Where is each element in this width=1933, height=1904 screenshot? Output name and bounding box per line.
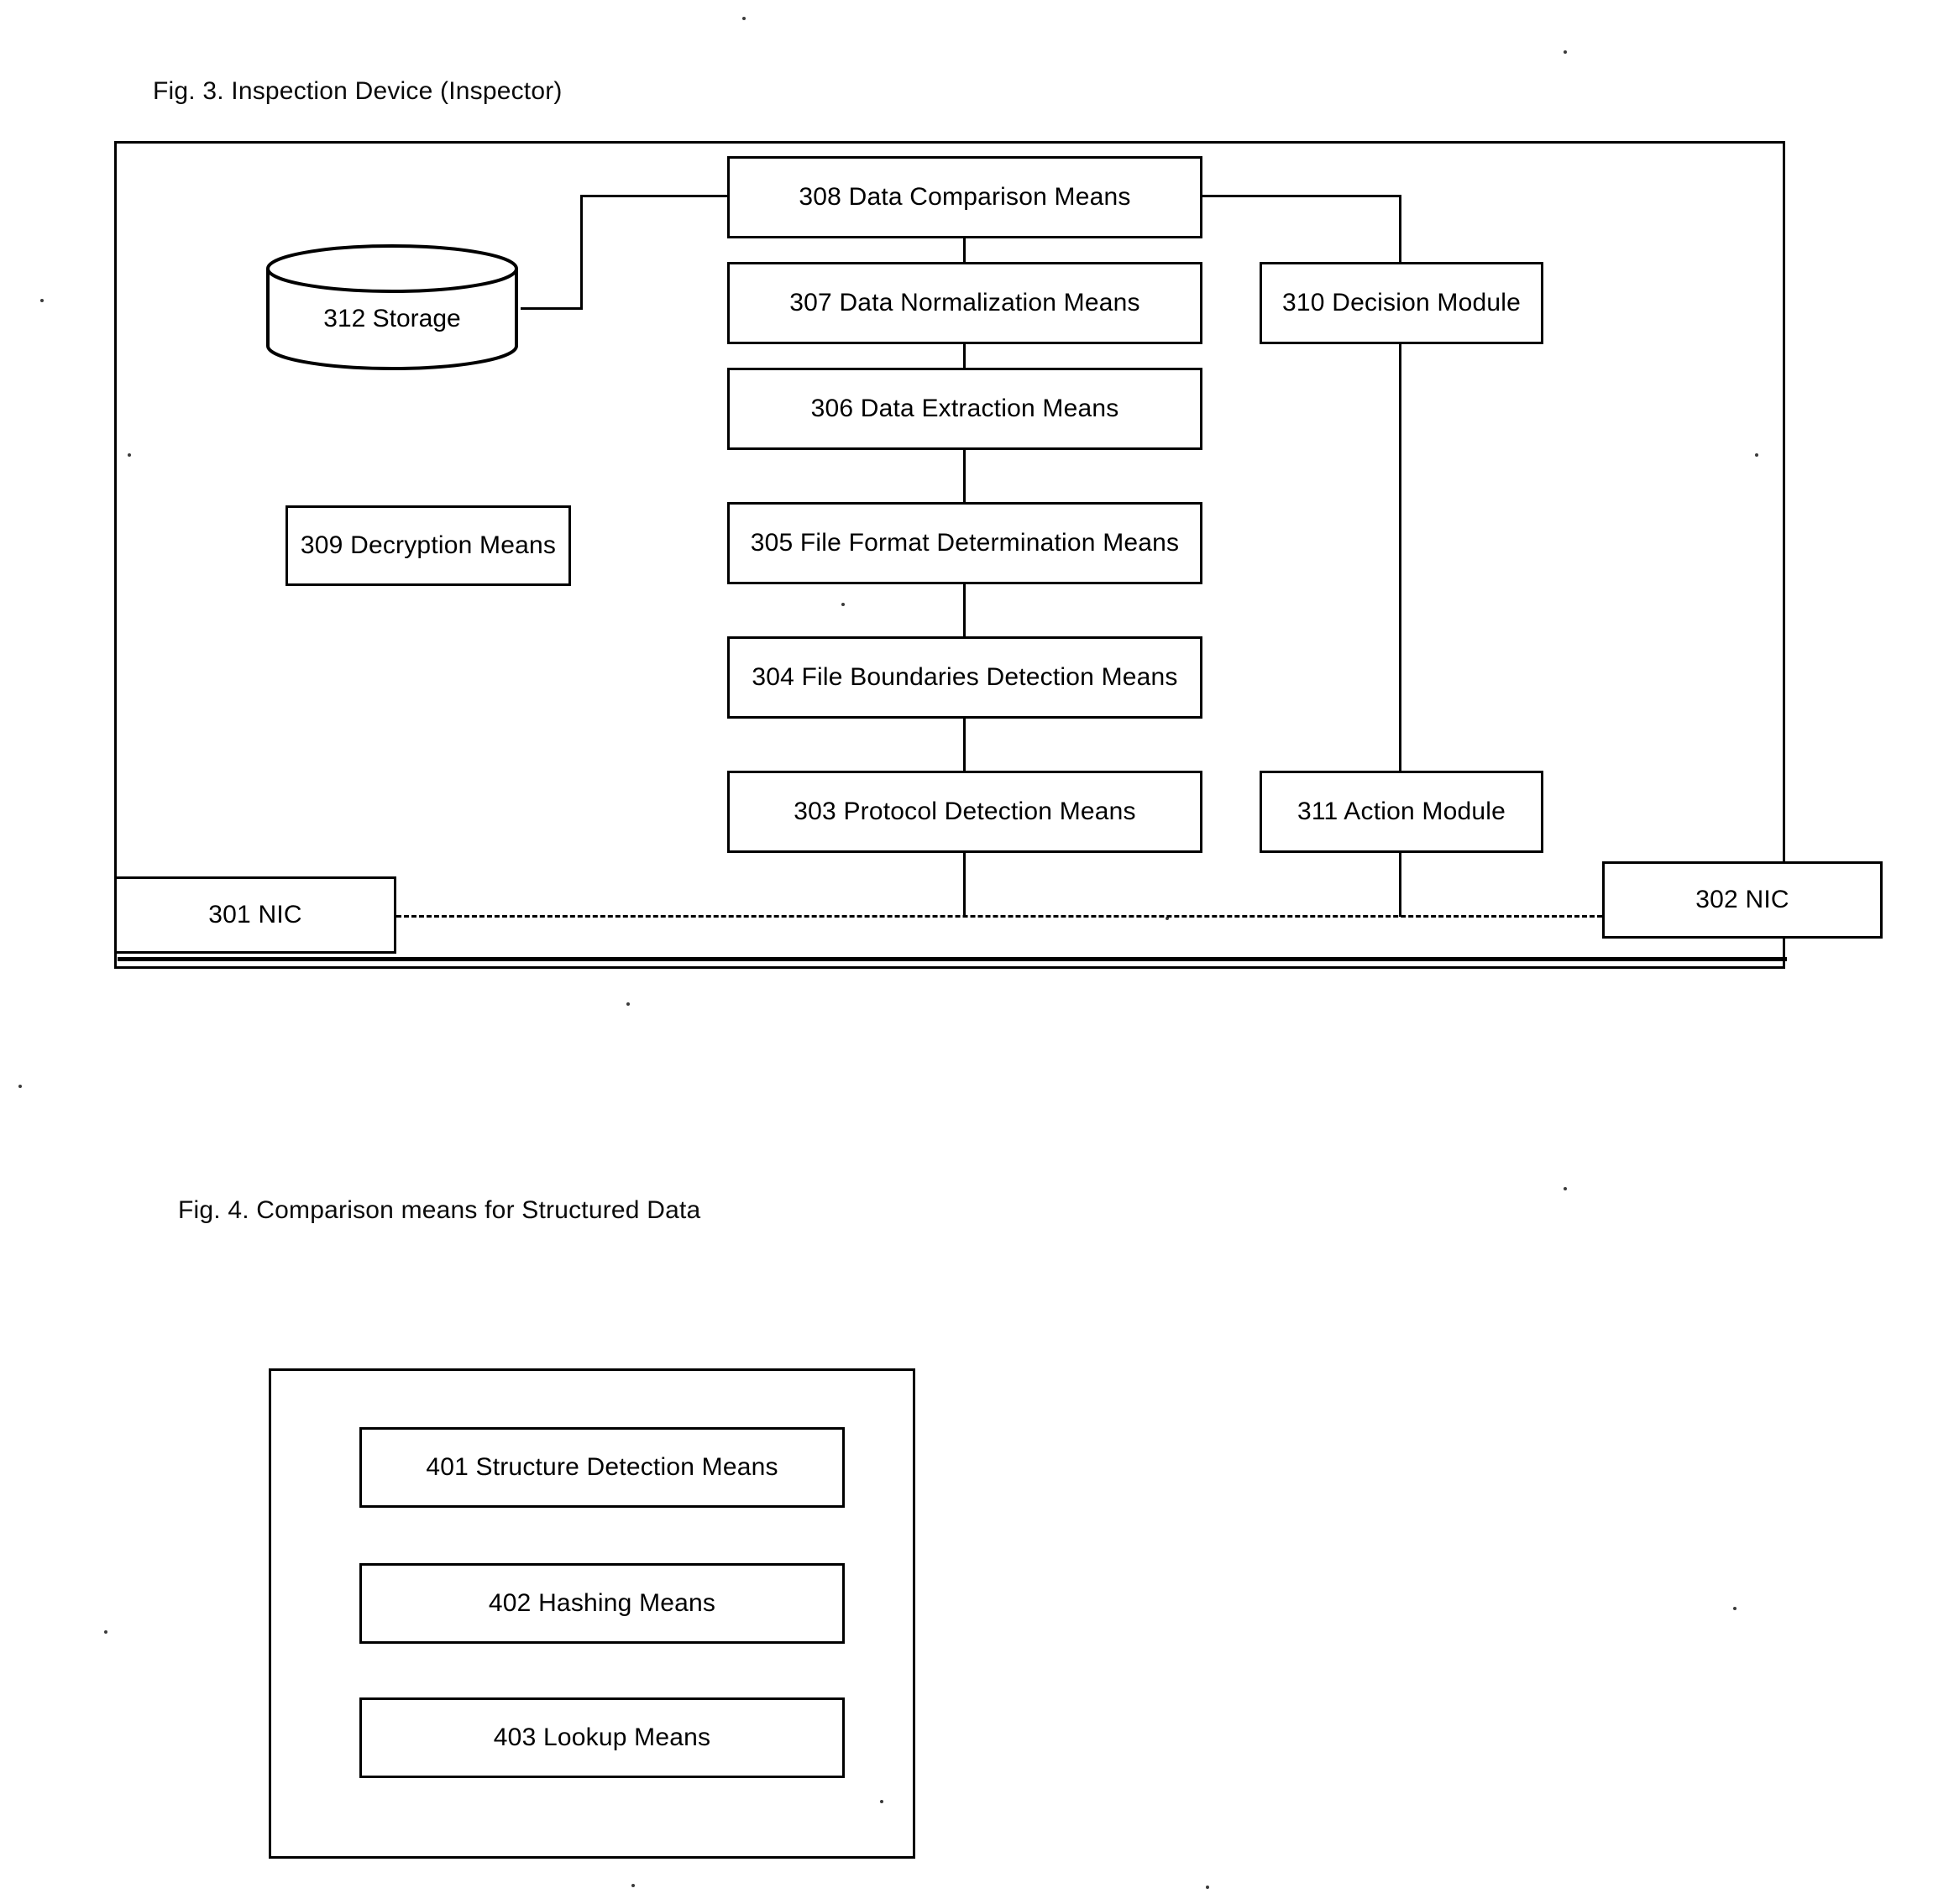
box-311-action-module[interactable]: 311 Action Module [1260,771,1543,853]
box-401-label: 401 Structure Detection Means [426,1453,778,1481]
storage-cylinder-label: 312 Storage [323,305,461,332]
scan-speck [742,17,746,20]
nic-data-bus-dashed-line [396,915,1602,918]
connector-310-to-311 [1399,343,1401,772]
box-403-lookup-means[interactable]: 403 Lookup Means [359,1697,845,1778]
connector-308-to-310-v [1399,195,1401,264]
box-401-structure-detection-means[interactable]: 401 Structure Detection Means [359,1427,845,1508]
box-309-label: 309 Decryption Means [300,531,557,559]
figure-3-caption: Fig. 3. Inspection Device (Inspector) [153,77,563,105]
scan-speck [1755,453,1758,457]
connector-311-to-bus [1399,851,1401,917]
connector-305-to-304 [963,583,966,638]
box-308-data-comparison-means[interactable]: 308 Data Comparison Means [727,156,1202,238]
box-302-nic[interactable]: 302 NIC [1602,861,1883,939]
box-303-protocol-detection-means[interactable]: 303 Protocol Detection Means [727,771,1202,853]
box-301-nic[interactable]: 301 NIC [114,876,396,954]
box-305-file-format-determination-means[interactable]: 305 File Format Determination Means [727,502,1202,584]
connector-303-to-bus [963,851,966,917]
scan-speck [841,603,845,606]
box-403-label: 403 Lookup Means [493,1724,711,1751]
connector-storage-to-308-v [580,195,583,309]
box-310-label: 310 Decision Module [1282,289,1521,316]
scan-speck [1564,1187,1567,1190]
box-402-label: 402 Hashing Means [488,1589,716,1617]
box-306-data-extraction-means[interactable]: 306 Data Extraction Means [727,368,1202,450]
scan-speck [1564,50,1567,54]
connector-storage-to-308-h1 [521,307,583,310]
box-305-label: 305 File Format Determination Means [750,529,1180,557]
scan-speck [18,1085,22,1088]
device-frame-bottom-edge [118,957,1787,961]
scan-speck [1733,1607,1737,1610]
scan-speck [1206,1886,1209,1889]
box-309-decryption-means[interactable]: 309 Decryption Means [285,505,571,586]
storage-cylinder: 312 Storage [260,243,524,376]
box-307-label: 307 Data Normalization Means [789,289,1140,316]
box-306-label: 306 Data Extraction Means [810,395,1119,422]
scan-speck [626,1002,630,1006]
scan-speck [40,299,44,302]
box-402-hashing-means[interactable]: 402 Hashing Means [359,1563,845,1644]
box-304-label: 304 File Boundaries Detection Means [752,663,1178,691]
patent-drawing-sheet: Fig. 3. Inspection Device (Inspector) 31… [0,0,1933,1904]
figure-4-caption: Fig. 4. Comparison means for Structured … [178,1196,701,1224]
connector-storage-to-308-h2 [580,195,730,197]
connector-304-to-303 [963,717,966,772]
scan-speck [631,1884,635,1887]
box-311-label: 311 Action Module [1297,798,1506,825]
connector-308-to-307 [963,237,966,264]
box-308-label: 308 Data Comparison Means [799,183,1131,211]
box-301-label: 301 NIC [208,901,302,928]
connector-307-to-306 [963,343,966,369]
scan-speck [880,1800,883,1803]
connector-308-to-right-column-h [1201,195,1401,197]
box-303-label: 303 Protocol Detection Means [794,798,1136,825]
box-304-file-boundaries-detection-means[interactable]: 304 File Boundaries Detection Means [727,636,1202,719]
scan-speck [128,453,131,457]
box-307-data-normalization-means[interactable]: 307 Data Normalization Means [727,262,1202,344]
box-310-decision-module[interactable]: 310 Decision Module [1260,262,1543,344]
scan-speck [104,1630,107,1634]
box-302-label: 302 NIC [1695,886,1789,913]
connector-306-to-305 [963,448,966,504]
